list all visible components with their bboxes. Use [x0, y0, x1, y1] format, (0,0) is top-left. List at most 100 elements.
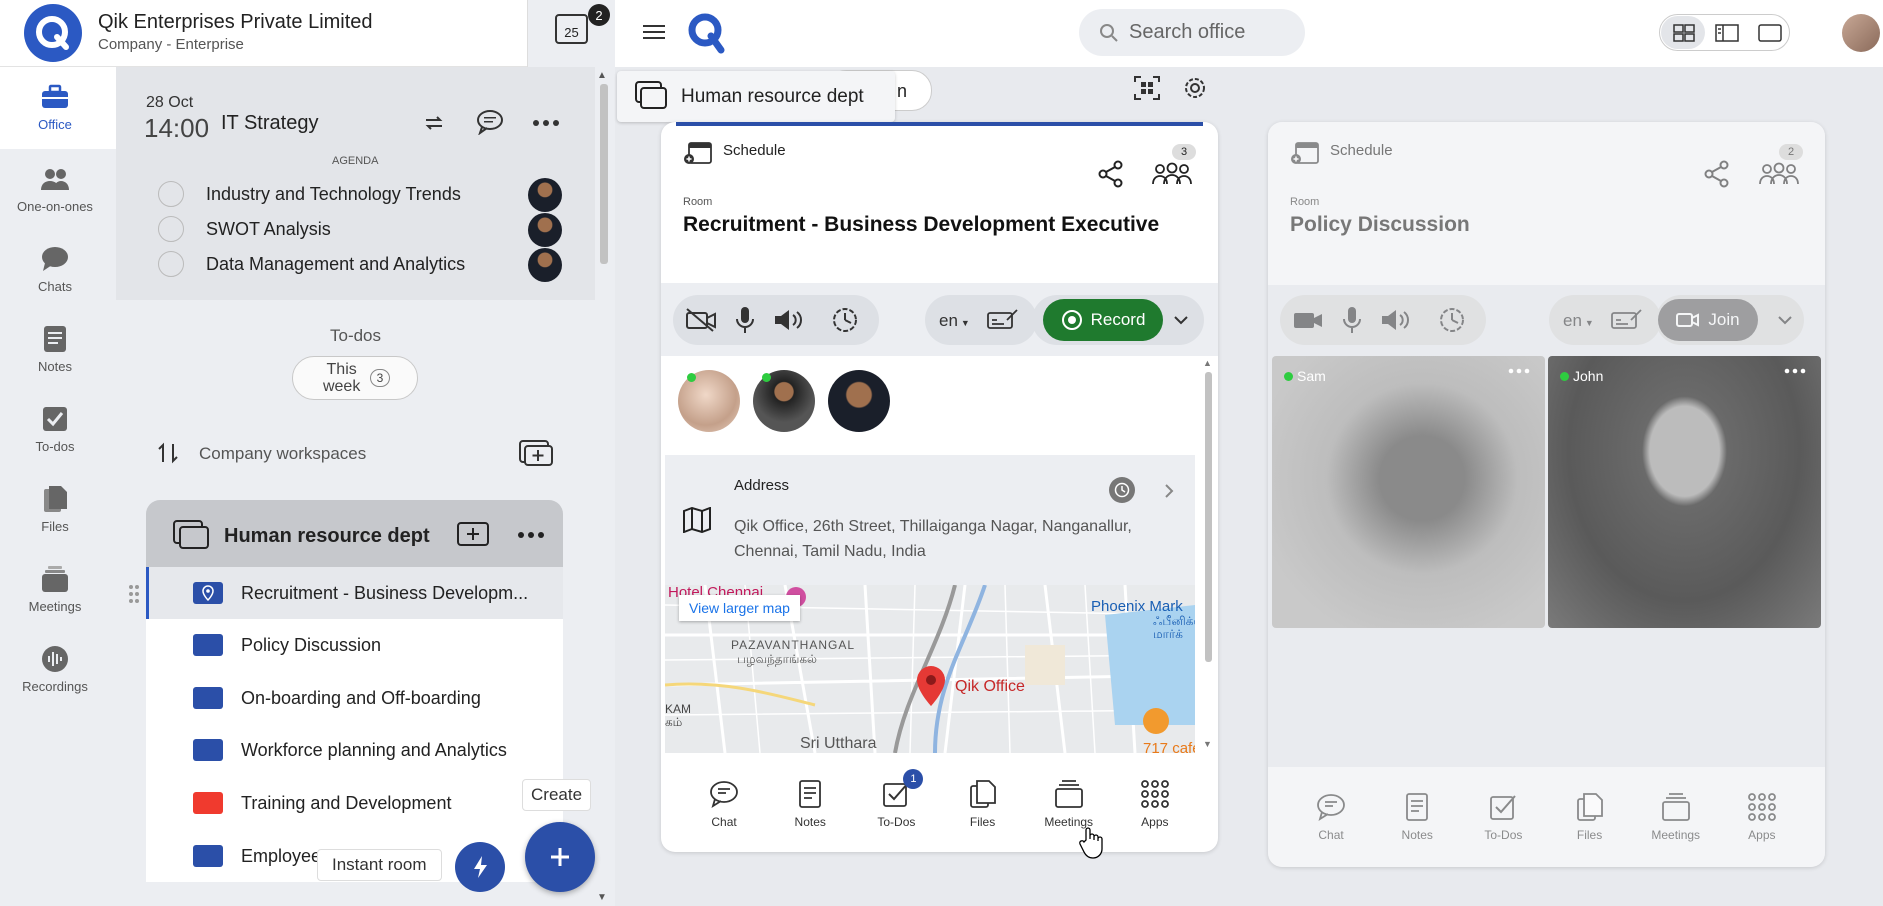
schedule-label[interactable]: Schedule [1330, 142, 1393, 159]
video-tile-john[interactable]: John [1548, 356, 1821, 628]
workspace-more-icon[interactable] [517, 531, 545, 539]
instant-room-button[interactable] [455, 842, 505, 892]
join-options-chevron-icon[interactable] [1778, 315, 1792, 325]
single-view-icon[interactable] [1758, 24, 1782, 42]
clock-icon[interactable] [1109, 477, 1135, 503]
device-settings-icon[interactable] [1438, 306, 1466, 334]
room-item[interactable]: Policy Discussion [146, 619, 563, 671]
apps-button[interactable]: Apps [1732, 792, 1792, 842]
participants-icon[interactable] [1151, 162, 1193, 186]
search-input[interactable]: Search office [1129, 21, 1245, 44]
sort-icon[interactable] [158, 442, 178, 464]
create-button[interactable] [525, 822, 595, 892]
agenda-check[interactable] [158, 181, 184, 207]
captions-icon[interactable] [1611, 308, 1643, 330]
nav-todos[interactable]: To-dos [0, 405, 110, 454]
language-select[interactable]: en ▼ [1563, 311, 1594, 331]
apps-button[interactable]: Apps [1125, 779, 1185, 829]
chevron-right-icon[interactable] [1164, 483, 1174, 499]
notes-button[interactable]: Notes [780, 779, 840, 829]
search-box[interactable]: Search office [1079, 9, 1305, 56]
nav-office[interactable]: Office [0, 83, 110, 132]
view-larger-map-link[interactable]: View larger map [679, 595, 800, 621]
meetings-button[interactable]: Meetings [1039, 779, 1099, 829]
more-icon[interactable] [532, 119, 560, 127]
nav-meetings[interactable]: Meetings [0, 565, 110, 614]
company-logo[interactable] [24, 4, 82, 62]
room-item[interactable]: Training and Development [146, 777, 563, 829]
room-card-policy: Schedule 2 Room Policy Discussion en ▼ Jo… [1268, 122, 1825, 867]
avatar [528, 178, 562, 212]
tab-human-resource[interactable]: Human resource dept [617, 71, 895, 122]
schedule-label[interactable]: Schedule [723, 142, 786, 159]
join-button[interactable]: Join [1658, 299, 1758, 341]
captions-icon[interactable] [987, 308, 1019, 330]
schedule-icon[interactable] [683, 140, 713, 166]
share-icon[interactable] [1098, 160, 1124, 188]
panel-scrollbar[interactable]: ▲ ▼ [597, 70, 611, 906]
speaker-icon[interactable] [773, 307, 807, 333]
workspace-header[interactable]: Human resource dept [146, 500, 563, 567]
company-name[interactable]: Qik Enterprises Private Limited [98, 11, 373, 34]
record-button[interactable]: Record [1043, 299, 1163, 341]
meeting-date: 28 Oct [146, 94, 194, 111]
meetings-button[interactable]: Meetings [1646, 792, 1706, 842]
scrollbar-thumb[interactable] [600, 84, 608, 264]
app-logo-icon[interactable] [687, 12, 727, 54]
agenda-item[interactable]: Data Management and Analytics [206, 254, 465, 275]
qr-scan-icon[interactable] [1134, 76, 1160, 100]
upcoming-meeting-card[interactable]: 28 Oct 14:00 IT Strategy AGENDA Industry… [116, 67, 595, 300]
files-button[interactable]: Files [1560, 792, 1620, 842]
split-view-icon[interactable] [1715, 24, 1739, 42]
hamburger-menu-icon[interactable] [642, 22, 666, 42]
todos-button[interactable]: To-Dos [1473, 792, 1533, 842]
microphone-icon[interactable] [735, 305, 755, 335]
camera-off-icon[interactable] [685, 307, 717, 333]
nav-one-on-ones[interactable]: One-on-ones [0, 165, 110, 214]
nav-recordings[interactable]: Recordings [0, 645, 110, 694]
schedule-icon[interactable] [1290, 140, 1320, 166]
notes-button[interactable]: Notes [1387, 792, 1447, 842]
speaker-icon[interactable] [1380, 307, 1414, 333]
language-caption-controls: en ▼ [1549, 295, 1661, 345]
camera-icon[interactable] [1292, 307, 1324, 333]
room-item[interactable]: Workforce planning and Analytics [146, 724, 563, 776]
tile-more-icon[interactable] [1784, 368, 1806, 374]
add-workspace-icon[interactable] [518, 437, 554, 467]
todos-filter-button[interactable]: This week 3 [292, 356, 418, 400]
nav-notes[interactable]: Notes [0, 325, 110, 374]
agenda-check[interactable] [158, 251, 184, 277]
add-room-icon[interactable] [457, 522, 489, 546]
grid-view-icon[interactable] [1673, 24, 1695, 42]
participants-icon[interactable] [1758, 162, 1800, 186]
nav-chats[interactable]: Chats [0, 245, 110, 294]
participant-avatar[interactable] [828, 370, 890, 432]
record-options-chevron-icon[interactable] [1174, 315, 1188, 325]
share-icon[interactable] [1704, 160, 1730, 188]
content-scrollbar[interactable]: ▲ ▼ [1201, 358, 1215, 753]
agenda-item[interactable]: SWOT Analysis [206, 219, 331, 240]
agenda-item[interactable]: Industry and Technology Trends [206, 184, 461, 205]
video-tile-sam[interactable]: Sam [1272, 356, 1545, 628]
calendar-icon[interactable]: 25 [555, 14, 588, 44]
todos-button[interactable]: To-Dos 1 [866, 769, 926, 829]
files-button[interactable]: Files [953, 779, 1013, 829]
device-settings-icon[interactable] [831, 306, 859, 334]
repeat-icon[interactable] [422, 112, 446, 134]
language-select[interactable]: en ▼ [939, 311, 970, 331]
drag-handle-icon[interactable] [128, 584, 140, 604]
address-section[interactable]: Address Qik Office, 26th Street, Thillai… [665, 455, 1195, 585]
chat-button[interactable]: Chat [694, 779, 754, 829]
map-view[interactable]: Hotel Chennai View larger map Phoenix Ma… [665, 585, 1195, 753]
scrollbar-thumb[interactable] [1205, 372, 1212, 662]
agenda-check[interactable] [158, 216, 184, 242]
room-item[interactable]: Recruitment - Business Developm... [146, 567, 563, 619]
microphone-icon[interactable] [1342, 305, 1362, 335]
chat-button[interactable]: Chat [1301, 792, 1361, 842]
comment-icon[interactable] [476, 109, 504, 135]
settings-gear-icon[interactable] [1182, 75, 1208, 101]
user-avatar[interactable] [1842, 14, 1880, 52]
tile-more-icon[interactable] [1508, 368, 1530, 374]
nav-files[interactable]: Files [0, 485, 110, 534]
room-item[interactable]: On-boarding and Off-boarding [146, 672, 563, 724]
